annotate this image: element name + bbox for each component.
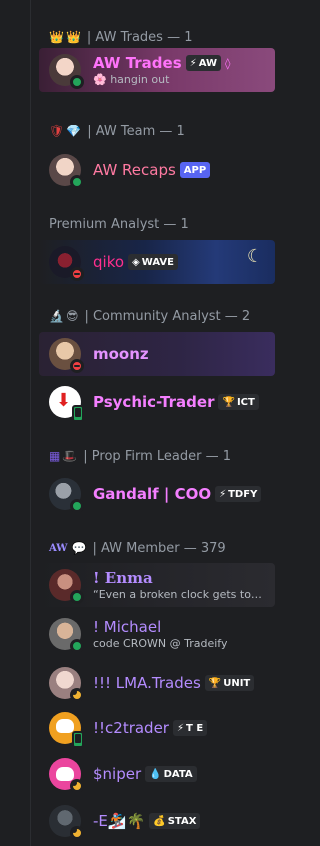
section-title: Premium Analyst — 1 [49, 216, 189, 232]
section-title: | AW Member — 379 [92, 540, 226, 556]
section-header-prop-firm-leader: ▦ 🎩 | Prop Firm Leader — 1 [49, 447, 231, 465]
top-hat-icon: 🎩 [62, 449, 78, 463]
member-row-moonz[interactable]: moonz [39, 332, 275, 376]
avatar[interactable] [49, 54, 84, 89]
section-header-premium-analyst: Premium Analyst — 1 [49, 215, 189, 233]
avatar[interactable] [49, 246, 84, 281]
avatar[interactable] [49, 712, 84, 748]
member-row-aw-trades[interactable]: AW Trades ⚡ AW ◊ 🌸 hangin out [39, 48, 275, 92]
app-badge: APP [179, 162, 211, 178]
nitro-boost-icon: ◊ [225, 56, 231, 70]
member-row-psychic-trader[interactable]: ⬇ Psychic-Trader 🏆 ICT [39, 380, 275, 424]
status-dnd-icon [70, 359, 84, 373]
status-idle-icon [70, 688, 84, 702]
member-row-aw-recaps[interactable]: AW Recaps APP [39, 148, 275, 192]
member-list: 👑 👑 | AW Trades — 1 AW Trades ⚡ AW ◊ 🌸 ha… [30, 0, 278, 846]
avatar[interactable] [49, 618, 84, 653]
status-online-icon [70, 175, 84, 189]
member-row-lma-trades[interactable]: !!! LMA.Trades 🏆 UNIT [39, 661, 275, 705]
server-tag[interactable]: 🏆 UNIT [204, 675, 255, 691]
crown-icon: 👑 [49, 30, 64, 44]
diamond-icon: ◈ [132, 256, 140, 268]
member-row-enma[interactable]: ! Enma “Even a broken clock gets to b... [39, 563, 275, 607]
section-header-aw-member: AW 💬 | AW Member — 379 [49, 539, 226, 557]
custom-status: code CROWN @ Tradeify [93, 637, 228, 650]
server-tag[interactable]: ◈ WAVE [128, 254, 178, 270]
sunglasses-icon: 😎 [65, 309, 79, 323]
avatar[interactable] [49, 338, 84, 373]
member-name: AW Recaps [93, 161, 176, 179]
avatar[interactable] [49, 154, 84, 189]
member-row-sniper[interactable]: $niper 💧 DATA [39, 752, 275, 796]
server-tag[interactable]: 💧 DATA [145, 766, 197, 782]
lightning-icon: ⚡ [189, 57, 197, 69]
trophy-icon: 🏆 [208, 677, 222, 689]
server-tag[interactable]: ⚡ T E [172, 720, 208, 736]
server-tag[interactable]: ⚡ TDFY [215, 486, 262, 502]
lightning-icon: ⚡ [176, 722, 185, 734]
crown-icon: 👑 [65, 30, 81, 44]
status-online-icon [70, 639, 84, 653]
arrow-icon: ⬇ [56, 390, 72, 411]
member-name: -E🏂🌴 [93, 812, 146, 830]
trophy-icon: 🏆 [222, 396, 235, 408]
member-row-c2trader[interactable]: !!c2trader ⚡ T E [39, 706, 275, 750]
member-name: ! Enma [93, 569, 153, 587]
server-tag[interactable]: ⚡ AW [185, 55, 222, 71]
discord-logo-icon [56, 767, 74, 781]
member-row-michael[interactable]: ! Michael code CROWN @ Tradeify [39, 612, 275, 656]
member-name: AW Trades [93, 54, 182, 72]
avatar[interactable] [49, 478, 84, 513]
member-row-qiko[interactable]: qiko ◈ WAVE ☾ [39, 240, 275, 284]
avatar[interactable]: ⬇ [49, 386, 84, 422]
custom-status: 🌸 hangin out [93, 73, 170, 86]
section-title: | AW Trades — 1 [86, 29, 193, 45]
status-idle-icon [70, 826, 84, 840]
status-mobile-icon [72, 405, 84, 422]
section-title: | Prop Firm Leader — 1 [83, 448, 231, 464]
status-dnd-icon [70, 267, 84, 281]
flower-icon: 🌸 [93, 73, 107, 86]
lightning-icon: ⚡ [219, 488, 227, 500]
aw-logo-icon: AW [49, 542, 68, 554]
member-row-gandalf[interactable]: Gandalf | COO ⚡ TDFY [39, 472, 275, 516]
member-name: qiko [93, 253, 125, 271]
section-title: | AW Team — 1 [87, 123, 185, 139]
status-mobile-icon [72, 731, 84, 748]
server-tag[interactable]: 🏆 ICT [218, 394, 259, 410]
droplet-icon: 💧 [149, 768, 162, 780]
status-idle-icon [70, 779, 84, 793]
speech-bubble-icon: 💬 [71, 541, 87, 555]
avatar[interactable] [49, 758, 84, 793]
grid-icon: ▦ [49, 449, 61, 463]
shield-icon: 🛡 [49, 124, 65, 138]
member-name: Psychic-Trader [93, 393, 215, 411]
status-online-icon [70, 499, 84, 513]
section-header-aw-trades: 👑 👑 | AW Trades — 1 [49, 28, 193, 46]
status-online-icon [70, 590, 84, 604]
member-row-e[interactable]: -E🏂🌴 💰 STAX [39, 799, 275, 843]
member-name: !!c2trader [93, 719, 169, 737]
microscope-icon: 🔬 [49, 309, 64, 323]
member-name: !!! LMA.Trades [93, 674, 201, 692]
discord-logo-icon [56, 719, 74, 733]
status-online-icon [70, 75, 84, 89]
server-tag[interactable]: 💰 STAX [149, 813, 201, 829]
section-header-community-analyst: 🔬 😎 | Community Analyst — 2 [49, 307, 250, 325]
member-name: $niper [93, 765, 142, 783]
avatar[interactable] [49, 667, 84, 702]
avatar[interactable] [49, 569, 84, 604]
moon-icon: ☾ [246, 246, 263, 267]
money-bag-icon: 💰 [153, 815, 166, 827]
diamond-icon: 💎 [66, 124, 82, 138]
section-header-aw-team: 🛡 💎 | AW Team — 1 [49, 122, 185, 140]
member-name: Gandalf | COO [93, 485, 212, 503]
avatar[interactable] [49, 805, 84, 840]
member-name: ! Michael [93, 618, 162, 636]
custom-status: “Even a broken clock gets to b... [93, 588, 265, 601]
section-title: | Community Analyst — 2 [84, 308, 251, 324]
member-name: moonz [93, 345, 149, 363]
